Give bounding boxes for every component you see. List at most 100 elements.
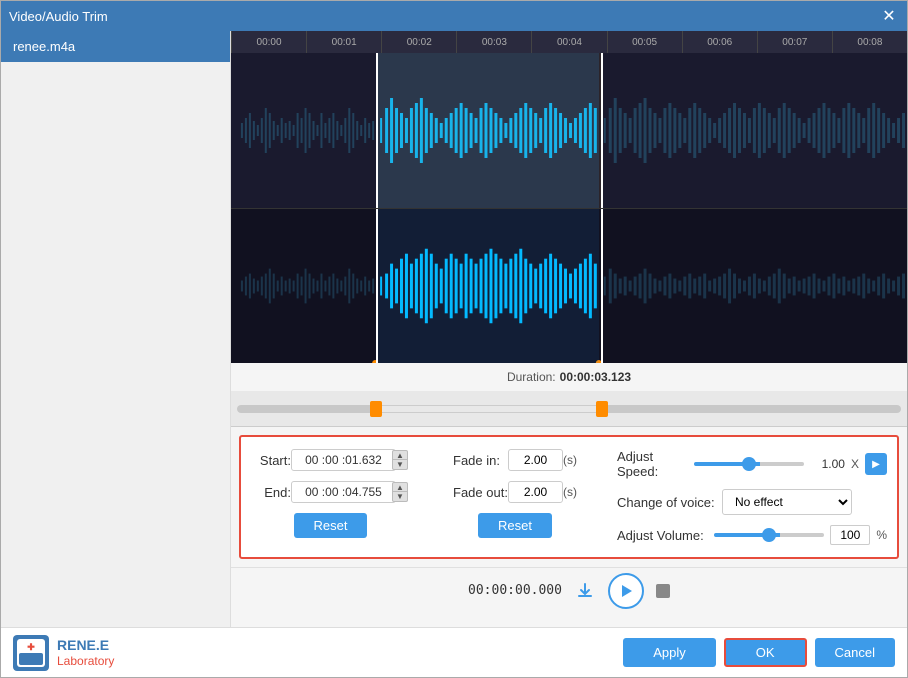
waveform-bottom — [231, 208, 907, 363]
playback-time: 00:00:00.000 — [468, 583, 562, 598]
trim-left-top — [376, 53, 378, 208]
controls-panel: Start: ▲ ▼ End: — [239, 435, 899, 559]
scrubber-selected — [376, 405, 602, 413]
right-panel: 00:00 00:01 00:02 00:03 00:04 00:05 00:0… — [231, 31, 907, 627]
ruler-mark-8: 00:08 — [832, 31, 907, 53]
fade-in-input[interactable] — [508, 449, 563, 471]
main-window: Video/Audio Trim ✕ renee.m4a 00:00 00:01… — [0, 0, 908, 678]
fade-out-label: Fade out: — [453, 485, 508, 500]
export-icon — [576, 582, 594, 600]
volume-input[interactable] — [830, 525, 870, 545]
speed-value: 1.00 — [810, 457, 845, 471]
change-voice-label: Change of voice: — [617, 495, 722, 510]
logo-area: ✚ RENE.E Laboratory — [13, 635, 114, 671]
logo-icon: ✚ — [13, 635, 49, 671]
ruler-mark-2: 00:02 — [381, 31, 456, 53]
volume-row: Adjust Volume: % — [617, 525, 887, 545]
reset1-row: Reset — [253, 513, 408, 538]
duration-value: 00:00:03.123 — [560, 370, 631, 384]
ruler-mark-6: 00:06 — [682, 31, 757, 53]
trim-right-top — [601, 53, 603, 208]
sidebar-item-file[interactable]: renee.m4a — [1, 31, 230, 62]
adjust-speed-label: Adjust Speed: — [617, 449, 694, 479]
end-spin-buttons: ▲ ▼ — [392, 482, 408, 502]
svg-text:✚: ✚ — [27, 642, 35, 652]
sidebar-item-label: renee.m4a — [13, 39, 75, 54]
adjust-volume-label: Adjust Volume: — [617, 528, 714, 543]
speed-row: Adjust Speed: 1.00 X ▶ — [617, 449, 887, 479]
scrubber-handle-right[interactable] — [596, 401, 608, 417]
stop-button[interactable] — [656, 584, 670, 598]
reset-start-button[interactable]: Reset — [294, 513, 368, 538]
ok-button[interactable]: OK — [724, 638, 807, 667]
slider-container-speed: 1.00 X ▶ — [694, 453, 887, 475]
voice-select[interactable]: No effect Male Female Robot — [722, 489, 852, 515]
timeline-ruler: 00:00 00:01 00:02 00:03 00:04 00:05 00:0… — [231, 31, 907, 53]
apply-button[interactable]: Apply — [623, 638, 716, 667]
volume-slider[interactable] — [714, 533, 824, 537]
duration-banner: Duration: 00:00:03.123 — [231, 363, 907, 391]
main-content: renee.m4a 00:00 00:01 00:02 00:03 00:04 … — [1, 31, 907, 627]
start-row: Start: ▲ ▼ — [253, 449, 408, 471]
footer-bar: ✚ RENE.E Laboratory Apply OK Cancel — [1, 627, 907, 677]
fade-in-label: Fade in: — [453, 453, 508, 468]
waveform-top — [231, 53, 907, 208]
highlight-bottom — [378, 209, 599, 363]
speed-slider[interactable] — [694, 462, 804, 466]
start-spin-up[interactable]: ▲ — [392, 450, 408, 460]
ruler-mark-3: 00:03 — [456, 31, 531, 53]
slider-container-volume: % — [714, 525, 887, 545]
ruler-mark-0: 00:00 — [231, 31, 306, 53]
titlebar: Video/Audio Trim ✕ — [1, 1, 907, 31]
reset-fade-button[interactable]: Reset — [478, 513, 552, 538]
window-title: Video/Audio Trim — [9, 9, 108, 24]
fade-out-input[interactable] — [508, 481, 563, 503]
trim-right-bottom — [601, 209, 603, 363]
close-button[interactable]: ✕ — [879, 6, 899, 26]
ruler-marks: 00:00 00:01 00:02 00:03 00:04 00:05 00:0… — [231, 31, 907, 53]
footer-buttons: Apply OK Cancel — [623, 638, 895, 667]
fade-section: Fade in: (s) Fade out: (s) Reset — [443, 449, 587, 545]
trim-left-bottom — [376, 209, 378, 363]
cancel-button[interactable]: Cancel — [815, 638, 895, 667]
waveform-container — [231, 53, 907, 363]
end-spin-up[interactable]: ▲ — [392, 482, 408, 492]
scrubber-area — [231, 391, 907, 427]
selected-region-top — [376, 53, 601, 208]
sidebar: renee.m4a — [1, 31, 231, 627]
ruler-mark-4: 00:04 — [531, 31, 606, 53]
speed-unit: X — [851, 457, 859, 471]
ruler-mark-1: 00:01 — [306, 31, 381, 53]
fade-out-unit: (s) — [563, 485, 577, 499]
play-button[interactable] — [608, 573, 644, 609]
scrubber-track[interactable] — [237, 405, 901, 413]
voice-row: Change of voice: No effect Male Female R… — [617, 489, 887, 515]
ruler-mark-7: 00:07 — [757, 31, 832, 53]
start-input-group: ▲ ▼ — [291, 449, 408, 471]
reset2-row: Reset — [453, 513, 577, 538]
playback-bar: 00:00:00.000 — [231, 567, 907, 613]
start-spin-buttons: ▲ ▼ — [392, 450, 408, 470]
adjust-section: Adjust Speed: 1.00 X ▶ Change of voice: — [607, 449, 887, 545]
logo-lab-text: Laboratory — [57, 654, 114, 668]
play-icon — [619, 584, 633, 598]
end-input[interactable] — [291, 481, 396, 503]
export-button[interactable] — [574, 580, 596, 602]
fade-in-row: Fade in: (s) — [453, 449, 577, 471]
speed-preview-button[interactable]: ▶ — [865, 453, 887, 475]
duration-label: Duration: — [507, 370, 556, 384]
volume-unit: % — [876, 528, 887, 542]
scrubber-handle-left[interactable] — [370, 401, 382, 417]
end-label: End: — [253, 485, 291, 500]
end-row: End: ▲ ▼ — [253, 481, 408, 503]
end-spin-down[interactable]: ▼ — [392, 492, 408, 502]
start-label: Start: — [253, 453, 291, 468]
start-input[interactable] — [291, 449, 396, 471]
fade-in-unit: (s) — [563, 453, 577, 467]
start-end-section: Start: ▲ ▼ End: — [253, 449, 423, 545]
end-input-group: ▲ ▼ — [291, 481, 408, 503]
logo-text: RENE.E Laboratory — [57, 637, 114, 668]
logo-renee-text: RENE.E — [57, 637, 114, 654]
start-spin-down[interactable]: ▼ — [392, 460, 408, 470]
fade-out-row: Fade out: (s) — [453, 481, 577, 503]
